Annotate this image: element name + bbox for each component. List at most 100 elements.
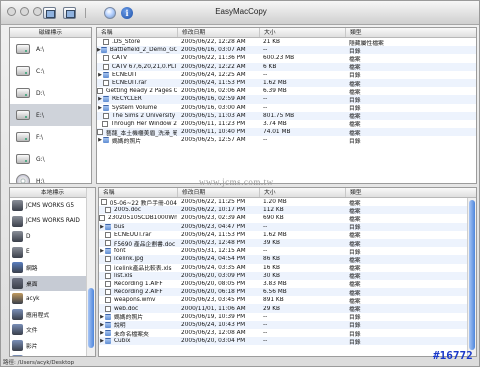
file-icon <box>105 272 111 279</box>
table-row[interactable]: ▶ 媽媽的照片 2005/06/25, 12:57 AM -- 目錄 <box>97 136 476 145</box>
drives-pane: 磁碟標示 A:\C:\D:\E:\F:\G:\H:\I:\ <box>9 27 92 184</box>
file-date-cell: 2005/06/23, 12:48 PM <box>181 240 246 247</box>
column-date[interactable]: 修改日期 <box>177 28 259 37</box>
column-size[interactable]: 大小 <box>259 188 345 197</box>
file-name: Recording 1.AIFF <box>114 280 163 287</box>
file-name-cell: ECNEUIT.rar <box>97 80 177 87</box>
drive-item[interactable]: A:\ <box>10 38 91 60</box>
local-item[interactable]: acyk <box>10 291 95 307</box>
file-size-cell: 16 KB <box>263 264 280 271</box>
file-name: 23020510SCDB1000Wn <box>108 215 177 222</box>
file-name-cell: ▶ System Volume <box>97 104 177 111</box>
file-size-cell: -- <box>263 338 268 345</box>
bottom-scroll-thumb[interactable] <box>469 200 475 350</box>
drive-item[interactable]: E:\ <box>10 104 91 126</box>
disc-icon[interactable] <box>104 7 116 19</box>
local-item-label: 桌面 <box>26 281 38 288</box>
file-icon <box>103 112 109 119</box>
folder-icon <box>103 104 109 111</box>
zoom-window-button[interactable] <box>33 7 42 16</box>
file-name: ECNEUIT.rar <box>112 80 147 87</box>
local-item[interactable]: 應用程式 <box>10 307 95 323</box>
file-name-cell: Through Her Window 2 <box>97 120 177 127</box>
local-item-label: E <box>26 249 30 256</box>
drive-item[interactable]: G:\ <box>10 148 91 170</box>
view-left-icon[interactable] <box>43 7 56 19</box>
file-icon <box>105 289 111 296</box>
column-size[interactable]: 大小 <box>259 28 345 37</box>
file-date-cell: 2005/06/24, 10:43 PM <box>181 321 246 328</box>
hard-drive-icon <box>16 44 30 54</box>
column-date[interactable]: 修改日期 <box>177 188 259 197</box>
cd-icon <box>16 174 30 183</box>
file-size-cell: -- <box>263 137 268 144</box>
file-size-cell: 112 KB <box>263 207 284 214</box>
local-item[interactable]: 音樂 <box>10 353 95 356</box>
bottom-scrollbar[interactable] <box>467 198 476 356</box>
file-size-cell: -- <box>263 47 268 54</box>
folder-icon <box>103 71 109 78</box>
location-icon <box>12 262 23 274</box>
local-scrollbar[interactable] <box>86 188 95 356</box>
hard-drive-icon <box>16 110 30 120</box>
location-icon <box>12 339 23 351</box>
local-item[interactable]: JCMS WORKS G5 <box>10 198 95 214</box>
top-column-header: 名稱 修改日期 大小 類型 <box>97 28 476 38</box>
file-icon <box>105 264 111 271</box>
drive-item[interactable]: C:\ <box>10 60 91 82</box>
local-item[interactable]: 影片 <box>10 338 95 354</box>
file-size-cell: -- <box>263 313 268 320</box>
file-name: ECNEUIT <box>112 71 138 78</box>
close-window-button[interactable] <box>7 7 16 16</box>
file-date-cell: 2005/06/16, 03:07 AM <box>181 47 246 54</box>
file-name: font <box>114 248 126 255</box>
file-name-cell: Recording 1.AIFF <box>99 280 177 287</box>
drive-label: C:\ <box>36 67 45 75</box>
file-icon <box>102 63 109 70</box>
local-list: JCMS WORKS G5 JCMS WORKS RAID D E 網路桌面 acyk 應用… <box>10 198 95 356</box>
file-size-cell: 6.39 MB <box>263 88 287 95</box>
column-type[interactable]: 類型 <box>345 28 465 37</box>
drive-item[interactable]: D:\ <box>10 82 91 104</box>
file-date-cell: 2005/06/20, 08:05 PM <box>181 280 246 287</box>
local-item[interactable]: D <box>10 229 95 245</box>
file-size-cell: 1.62 MB <box>263 80 287 87</box>
file-size-cell: 6 KB <box>263 63 277 70</box>
file-name: weapons.wmv <box>114 297 156 304</box>
drive-label: E:\ <box>36 111 44 119</box>
file-date-cell: 2005/06/20, 03:09 PM <box>181 272 246 279</box>
drive-label: G:\ <box>36 155 45 163</box>
file-name-cell: ▶ ECNEUIT <box>97 71 177 78</box>
drive-item[interactable]: F:\ <box>10 126 91 148</box>
bottom-column-header: 名稱 修改日期 大小 類型 <box>99 188 476 198</box>
info-icon[interactable]: i <box>121 7 133 19</box>
file-icon <box>105 297 111 304</box>
file-size-cell: -- <box>263 321 268 328</box>
window-title: EasyMacCopy <box>215 7 267 16</box>
local-item[interactable]: JCMS WORKS RAID <box>10 214 95 230</box>
column-type[interactable]: 類型 <box>345 188 455 197</box>
local-item[interactable]: 網路 <box>10 260 95 276</box>
file-size-cell: 1.20 MB <box>263 199 287 206</box>
file-date-cell: 2005/06/22, 10:17 PM <box>181 207 246 214</box>
table-row[interactable]: ▶ Cubix 2005/06/20, 03:04 PM -- 目錄 <box>99 337 476 346</box>
file-size-cell: -- <box>263 96 268 103</box>
local-pane: 本地標示 JCMS WORKS G5 JCMS WORKS RAID D E 網路 桌面 a… <box>9 187 96 357</box>
file-date-cell: 2005/06/16, 03:00 AM <box>181 104 246 111</box>
drive-item[interactable]: H:\ <box>10 170 91 183</box>
local-item[interactable]: 桌面 <box>10 275 95 291</box>
file-size-cell: 29 KB <box>263 305 280 312</box>
local-item[interactable]: E <box>10 245 95 261</box>
window-controls <box>7 7 42 16</box>
column-name[interactable]: 名稱 <box>97 28 177 37</box>
file-icon <box>105 256 111 263</box>
minimize-window-button[interactable] <box>20 7 29 16</box>
local-item[interactable]: 文件 <box>10 322 95 338</box>
local-scroll-thumb[interactable] <box>88 288 94 348</box>
file-date-cell: 2005/06/23, 04:47 PM <box>181 223 246 230</box>
image-tag: #16772 <box>433 349 473 362</box>
local-item-label: 文件 <box>26 328 38 335</box>
column-name[interactable]: 名稱 <box>99 188 177 197</box>
location-icon <box>12 308 23 320</box>
view-right-icon[interactable] <box>63 7 76 19</box>
